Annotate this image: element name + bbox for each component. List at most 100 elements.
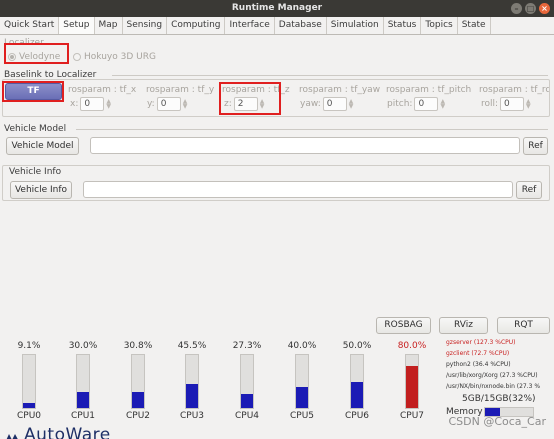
- minimize-icon[interactable]: –: [511, 3, 522, 14]
- section-divider: [112, 75, 548, 76]
- cpu-percent: 30.0%: [68, 341, 98, 351]
- tf-x-spinbox[interactable]: x: 0 ▲ ▼: [70, 97, 111, 111]
- vehicle-info-ref-button[interactable]: Ref: [516, 181, 542, 199]
- autoware-logo: AutoWare: [4, 425, 111, 439]
- cpu-meter: 50.0% CPU6: [336, 341, 378, 421]
- cpu-bar-fill: [77, 392, 89, 408]
- tf-y-spinbox[interactable]: y: 0 ▲ ▼: [147, 97, 187, 111]
- radio-hokuyo-label: Hokuyo 3D URG: [84, 52, 156, 62]
- rqt-button[interactable]: RQT: [497, 317, 550, 334]
- tab-computing[interactable]: Computing: [167, 17, 226, 34]
- spin-arrows-icon[interactable]: ▲ ▼: [440, 99, 445, 110]
- maximize-icon[interactable]: □: [525, 3, 536, 14]
- tf-yaw-input[interactable]: 0: [322, 97, 347, 111]
- tf-x-axis-label: x:: [70, 99, 79, 109]
- tab-status[interactable]: Status: [384, 17, 422, 34]
- cpu-percent: 30.8%: [123, 341, 153, 351]
- tf-y-axis-label: y:: [147, 99, 155, 109]
- cpu-meter: 40.0% CPU5: [281, 341, 323, 421]
- cpu-name: CPU5: [289, 411, 315, 421]
- rviz-button[interactable]: RViz: [439, 317, 488, 334]
- tf-pitch-spinbox[interactable]: pitch: 0 ▲ ▼: [387, 97, 445, 111]
- param-tf-pitch-title: rosparam : tf_pitch: [386, 85, 472, 95]
- vehicle-info-button[interactable]: Vehicle Info: [10, 181, 72, 199]
- close-icon[interactable]: ×: [539, 3, 550, 14]
- cpu-bar-fill: [132, 391, 144, 408]
- cpu-percent: 50.0%: [342, 341, 372, 351]
- cpu-percent: 40.0%: [287, 341, 317, 351]
- top-process-list: gzserver (127.3 %CPU) gzclient (72.7 %CP…: [446, 337, 540, 392]
- rosbag-button[interactable]: ROSBAG: [376, 317, 431, 334]
- tab-topics[interactable]: Topics: [421, 17, 458, 34]
- cpu-bar: [76, 354, 90, 409]
- cpu-percent: 45.5%: [177, 341, 207, 351]
- cpu-percent: 9.1%: [17, 341, 41, 351]
- cpu-bar-fill: [351, 381, 363, 408]
- param-tf-yaw-title: rosparam : tf_yaw: [299, 85, 381, 95]
- cpu-name: CPU1: [70, 411, 96, 421]
- cpu-meter: 80.0% CPU7: [391, 341, 433, 421]
- vehicle-model-path-field[interactable]: [90, 137, 520, 154]
- tab-map[interactable]: Map: [95, 17, 123, 34]
- tf-roll-input[interactable]: 0: [500, 97, 525, 111]
- tab-database[interactable]: Database: [275, 17, 327, 34]
- tf-roll-spinbox[interactable]: roll: 0 ▲ ▼: [481, 97, 531, 111]
- cpu-bar: [22, 354, 36, 409]
- tab-interface[interactable]: Interface: [225, 17, 275, 34]
- cpu-bar: [131, 354, 145, 409]
- vehicle-model-ref-button[interactable]: Ref: [523, 137, 548, 155]
- cpu-meter: 9.1% CPU0: [8, 341, 50, 421]
- vehicle-info-label: Vehicle Info: [7, 167, 64, 177]
- radio-hokuyo[interactable]: Hokuyo 3D URG: [73, 52, 156, 62]
- window-controls: – □ ×: [511, 3, 550, 14]
- memory-usage: 5GB/15GB(32%): [462, 394, 536, 404]
- tab-setup[interactable]: Setup: [59, 17, 95, 34]
- cpu-bar-fill: [23, 403, 35, 408]
- cpu-name: CPU3: [179, 411, 205, 421]
- tf-pitch-axis-label: pitch:: [387, 99, 413, 109]
- autoware-logo-icon: [4, 430, 21, 439]
- cpu-bar: [240, 354, 254, 409]
- tab-quick-start[interactable]: Quick Start: [0, 17, 60, 34]
- spin-arrows-icon[interactable]: ▲ ▼: [106, 99, 111, 110]
- cpu-bar-fill: [241, 393, 253, 408]
- cpu-meter: 30.0% CPU1: [62, 341, 104, 421]
- highlight-box-localizer: [4, 43, 69, 64]
- tab-simulation[interactable]: Simulation: [327, 17, 384, 34]
- cpu-meter: 27.3% CPU4: [226, 341, 268, 421]
- cpu-percent: 80.0%: [397, 341, 427, 351]
- window-title: Runtime Manager: [231, 3, 323, 13]
- cpu-bar: [350, 354, 364, 409]
- cpu-bar-fill: [186, 383, 198, 408]
- setup-panel: Localizer Velodyne Hokuyo 3D URG Baselin…: [0, 35, 554, 337]
- tf-y-input[interactable]: 0: [156, 97, 181, 111]
- section-divider: [76, 129, 548, 130]
- window-titlebar: Runtime Manager – □ ×: [0, 0, 554, 17]
- process-item: /usr/NX/bin/nxnode.bin (27.3 %: [446, 383, 541, 390]
- cpu-bar-fill: [406, 365, 418, 408]
- cpu-bar: [295, 354, 309, 409]
- tf-yaw-axis-label: yaw:: [300, 99, 321, 109]
- vehicle-info-path-field[interactable]: [83, 181, 513, 198]
- cpu-bar: [405, 354, 419, 409]
- spin-arrows-icon[interactable]: ▲ ▼: [349, 99, 354, 110]
- tab-sensing[interactable]: Sensing: [123, 17, 168, 34]
- tf-pitch-input[interactable]: 0: [414, 97, 439, 111]
- tf-x-input[interactable]: 0: [80, 97, 105, 111]
- cpu-name: CPU2: [125, 411, 151, 421]
- tab-state[interactable]: State: [458, 17, 491, 34]
- highlight-box-tf-z: [219, 82, 281, 115]
- vehicle-model-button[interactable]: Vehicle Model: [6, 137, 79, 155]
- spin-arrows-icon[interactable]: ▲ ▼: [183, 99, 188, 110]
- radio-unselected-icon: [73, 53, 81, 61]
- param-tf-x-title: rosparam : tf_x: [68, 85, 137, 95]
- tf-yaw-spinbox[interactable]: yaw: 0 ▲ ▼: [300, 97, 353, 111]
- cpu-name: CPU4: [234, 411, 260, 421]
- cpu-meter: 45.5% CPU3: [171, 341, 213, 421]
- csdn-watermark: CSDN @Coca_Car: [448, 415, 546, 428]
- vehicle-model-label: Vehicle Model: [4, 124, 67, 134]
- cpu-name: CPU7: [399, 411, 425, 421]
- spin-arrows-icon[interactable]: ▲ ▼: [526, 99, 531, 110]
- param-tf-roll-title: rosparam : tf_rc: [479, 85, 549, 95]
- cpu-name: CPU6: [344, 411, 370, 421]
